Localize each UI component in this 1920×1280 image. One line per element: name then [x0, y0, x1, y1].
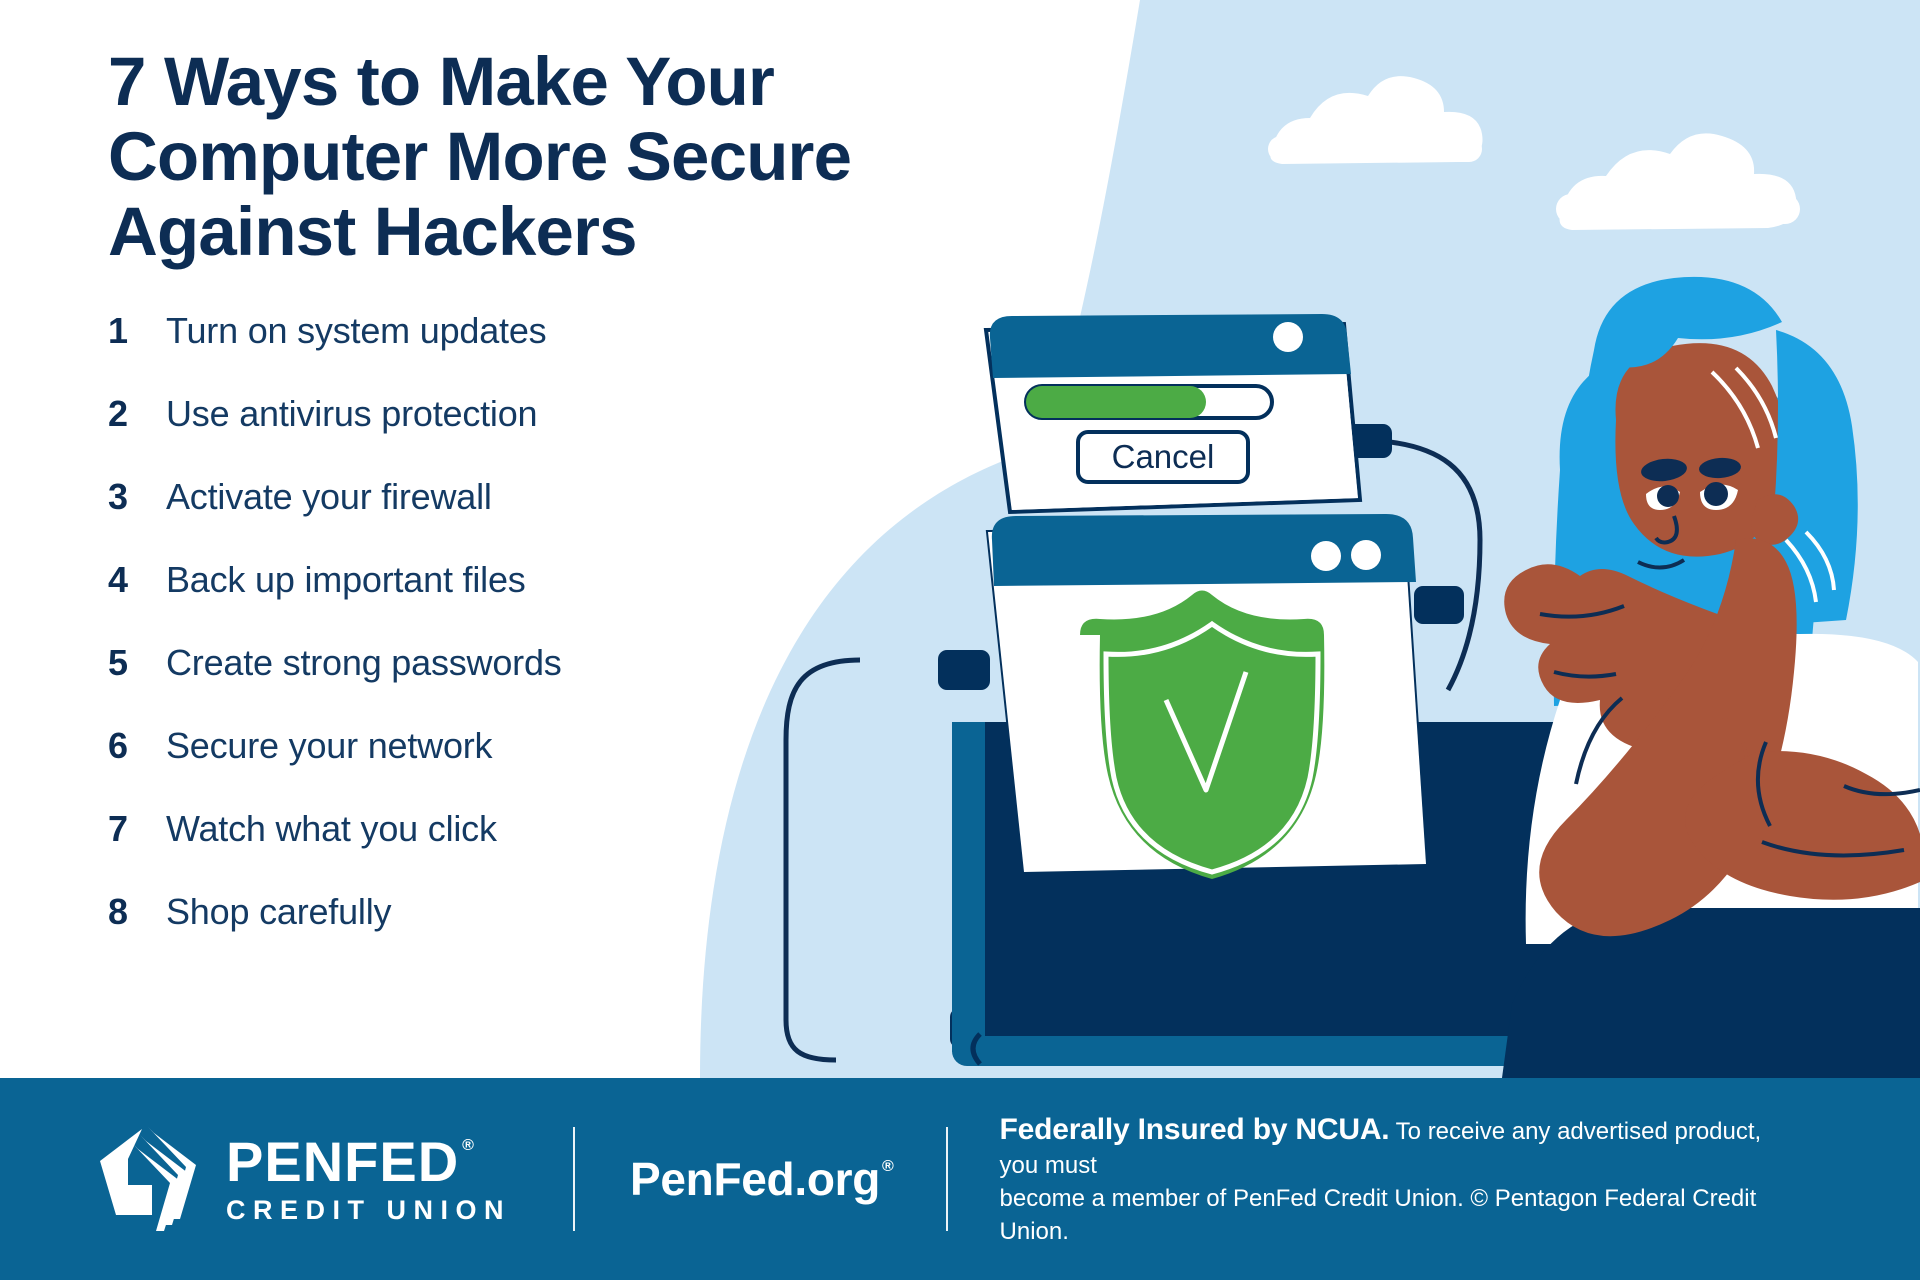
list-item: 7 Watch what you click: [108, 808, 968, 891]
progress-fill: [1026, 386, 1206, 418]
list-item-number: 3: [108, 475, 129, 517]
list-item-label: Back up important files: [166, 558, 526, 600]
list-item-number: 4: [108, 558, 129, 600]
list-item-label: Secure your network: [166, 724, 493, 766]
list-item-label: Create strong passwords: [166, 641, 562, 683]
list-item: 4 Back up important files: [108, 559, 968, 642]
page-title: 7 Ways to Make Your Computer More Secure…: [108, 44, 968, 270]
penfed-site-label: PenFed.org: [630, 1153, 881, 1205]
registered-mark-icon: ®: [882, 1158, 894, 1175]
list-item: 1 Turn on system updates: [108, 310, 968, 393]
footer-divider-1: [573, 1127, 575, 1231]
cloud-icon: [1556, 133, 1800, 230]
disclaimer-bold: Federally Insured by NCUA.: [999, 1112, 1390, 1146]
list-item-label: Shop carefully: [166, 890, 392, 932]
headline-line-1: 7 Ways to Make Your: [108, 43, 775, 120]
footer-disclaimer: Federally Insured by NCUA. To receive an…: [1000, 1110, 1790, 1249]
list-item-label: Activate your firewall: [166, 475, 492, 517]
person-thinking-icon: [1502, 276, 1920, 1078]
headline-line-3: Against Hackers: [108, 193, 638, 271]
list-item: 5 Create strong passwords: [108, 642, 968, 725]
infographic-canvas: Cancel 7 Ways to Make Your Computer More…: [0, 0, 1920, 1280]
cloud-icon: [1268, 76, 1483, 164]
list-item: 2 Use antivirus protection: [108, 393, 968, 476]
cancel-button-label: Cancel: [1112, 438, 1215, 475]
registered-mark-icon: ®: [462, 1137, 475, 1154]
window-dot-icon: [1273, 322, 1303, 352]
footer-divider-2: [945, 1127, 948, 1231]
list-item-number: 2: [108, 392, 129, 434]
list-item-number: 8: [108, 890, 129, 932]
cable-connector-icon: [1414, 586, 1464, 624]
list-item-label: Watch what you click: [166, 807, 497, 849]
penfed-wordmark-text: PENFED: [226, 1130, 460, 1193]
list-item: 3 Activate your firewall: [108, 476, 968, 559]
shield-window: [985, 514, 1429, 879]
window-dot-icon: [1311, 541, 1341, 571]
list-item-label: Use antivirus protection: [166, 392, 538, 434]
tips-list: 1 Turn on system updates 2 Use antivirus…: [108, 310, 968, 974]
window-dot-icon: [1351, 540, 1381, 570]
list-item-number: 5: [108, 641, 129, 683]
list-item-label: Turn on system updates: [166, 309, 547, 351]
eye-icon: [1657, 485, 1679, 507]
list-item: 6 Secure your network: [108, 725, 968, 808]
headline-and-list: 7 Ways to Make Your Computer More Secure…: [108, 44, 968, 974]
penfed-logo[interactable]: PENFED ® CREDIT UNION: [92, 1123, 511, 1235]
list-item-number: 6: [108, 724, 129, 766]
penfed-wordmark: PENFED ® CREDIT UNION: [226, 1134, 511, 1224]
disclaimer-line-2: become a member of PenFed Credit Union. …: [999, 1185, 1757, 1246]
penfed-pentagon-logo-icon: [100, 1127, 196, 1231]
eye-icon: [1704, 482, 1728, 506]
list-item: 8 Shop carefully: [108, 891, 968, 974]
penfed-tagline: CREDIT UNION: [226, 1195, 511, 1225]
headline-line-2: Computer More Secure: [108, 118, 852, 196]
penfed-site-link[interactable]: PenFed.org ®: [630, 1156, 894, 1202]
list-item-number: 7: [108, 807, 129, 849]
footer-bar: PENFED ® CREDIT UNION PenFed.org ® Feder…: [0, 1078, 1920, 1280]
progress-window: Cancel: [983, 314, 1363, 515]
list-item-number: 1: [108, 309, 129, 351]
